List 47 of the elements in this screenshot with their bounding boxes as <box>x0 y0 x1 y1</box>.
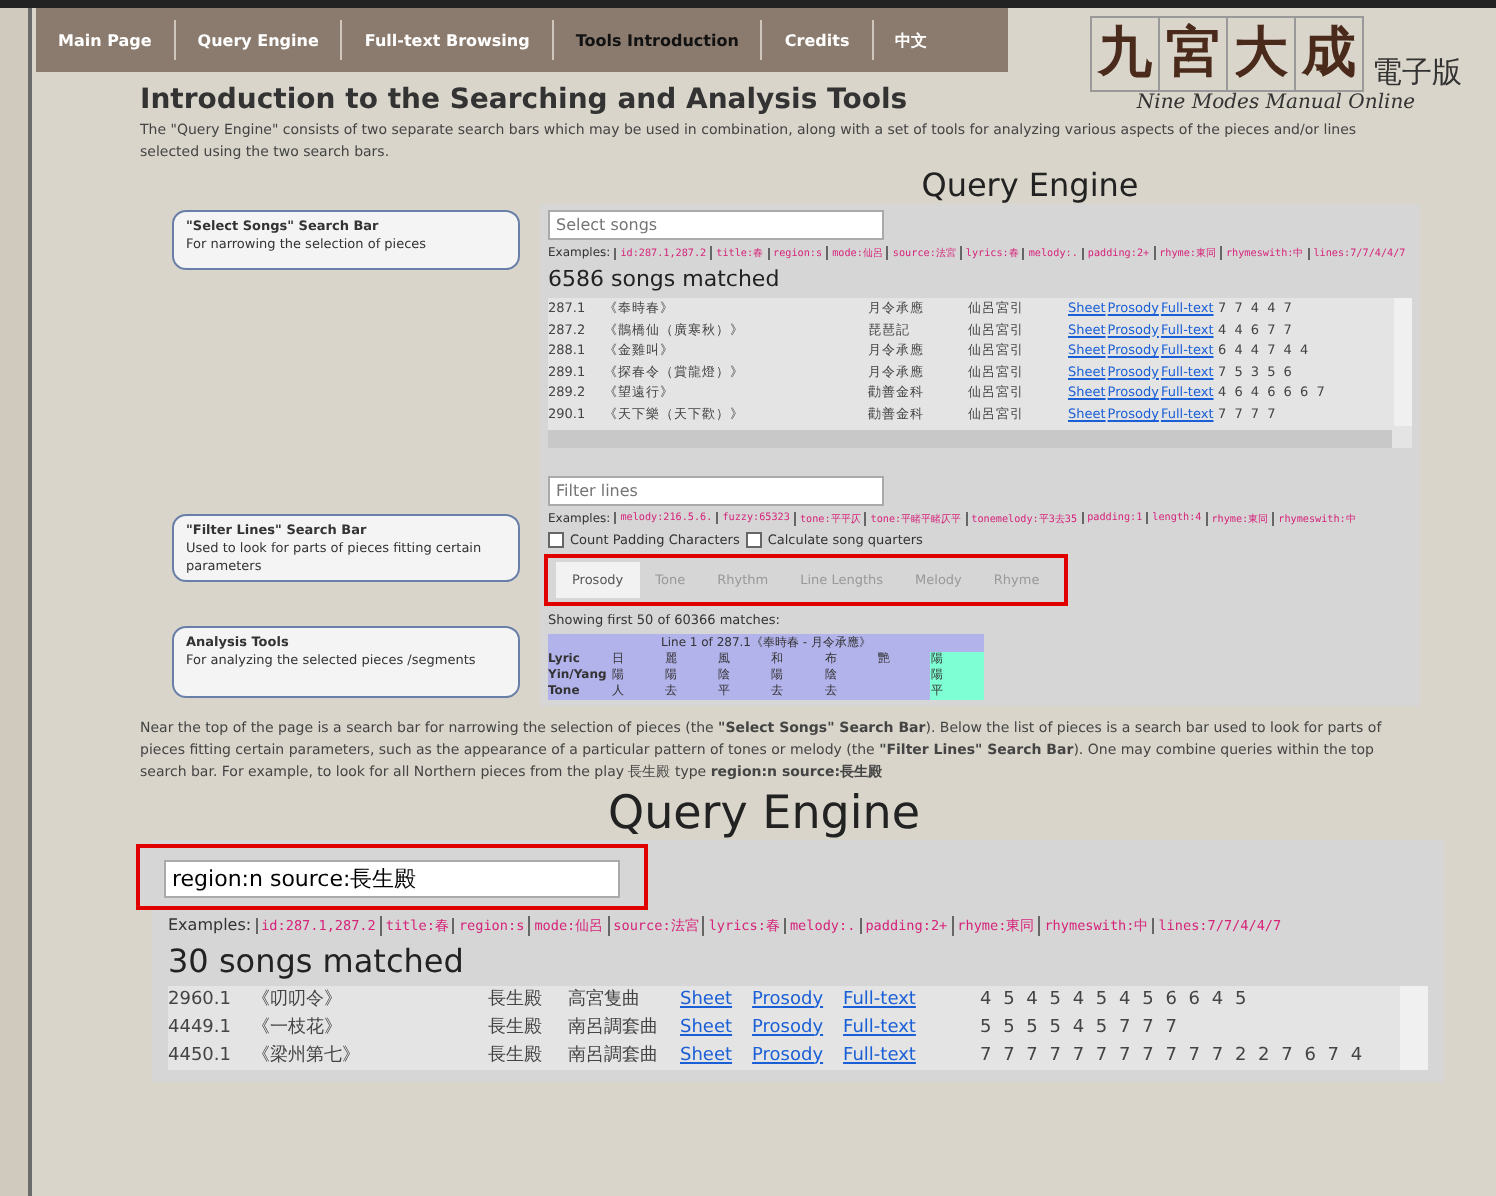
song-source: 長生殿 <box>488 1015 544 1042</box>
song-search-field[interactable]: Select songs <box>548 210 884 240</box>
section-heading: Query Engine <box>605 787 923 840</box>
song-id: 2960.1 <box>168 987 233 1014</box>
logo-suffix: 電子版 <box>1372 54 1462 92</box>
section-heading: Query Engine <box>919 166 1141 204</box>
scrollbar[interactable] <box>1394 298 1412 426</box>
match-count: 30 songs matched <box>168 941 466 980</box>
song-link[interactable]: Sheet <box>680 1013 733 1042</box>
line-lengths: 4 5 4 5 4 5 4 5 6 6 4 5 <box>980 987 1252 1014</box>
logo: 九 宮 大 成 <box>1090 16 1364 92</box>
song-title: 《叨叨令》 <box>252 987 344 1014</box>
nav-tab[interactable]: Full-text Browsing <box>342 20 554 60</box>
song-source: 長生殿 <box>488 987 544 1014</box>
song-mode: 南呂調套曲 <box>568 1015 660 1042</box>
song-link[interactable]: Prosody <box>752 1041 824 1070</box>
line-lengths: 7 7 7 7 7 7 7 7 7 7 7 2 2 7 6 7 4 <box>980 1043 1368 1070</box>
song-link[interactable]: Full-text <box>843 985 916 1014</box>
song-mode: 高宮隻曲 <box>568 987 642 1014</box>
nav-tab[interactable]: Credits <box>762 20 874 60</box>
page-title: Introduction to the Searching and Analysis Tools <box>140 84 908 116</box>
song-id: 4450.1 <box>168 1043 233 1070</box>
logo-subtitle: Nine Modes Manual Online <box>1136 92 1416 114</box>
line-lengths: 5 5 5 5 4 5 7 7 7 <box>980 1015 1182 1042</box>
song-link[interactable]: Sheet <box>680 1041 733 1070</box>
line-filter-field[interactable]: Filter lines <box>548 475 884 506</box>
song-title: 《一枝花》 <box>252 1015 344 1042</box>
song-link[interactable]: Prosody <box>752 1013 824 1042</box>
song-id: 4449.1 <box>168 1015 233 1042</box>
checkbox[interactable] <box>745 531 762 548</box>
nav-tab[interactable]: Query Engine <box>175 20 343 60</box>
examples-label: Examples: <box>168 916 252 935</box>
scrollbar[interactable] <box>548 429 1392 448</box>
scrollbar[interactable] <box>1400 985 1428 1070</box>
song-title: 《梁州第七》 <box>252 1043 362 1070</box>
song-link[interactable]: Full-text <box>843 1013 916 1042</box>
nav-tab[interactable]: 中文 <box>873 20 950 60</box>
song-link[interactable]: Prosody <box>752 985 824 1014</box>
song-link[interactable]: Full-text <box>843 1041 916 1070</box>
song-source: 長生殿 <box>488 1043 544 1070</box>
song-mode: 南呂調套曲 <box>568 1043 660 1070</box>
song-link[interactable]: Sheet <box>680 985 733 1014</box>
checkbox[interactable] <box>548 531 564 548</box>
song-search-field[interactable]: region:n source:長生殿 <box>164 859 620 898</box>
nav-tab[interactable]: Main Page <box>36 20 176 60</box>
nav-tab[interactable]: Tools Introduction <box>553 20 763 60</box>
match-count: 6586 songs matched <box>548 266 782 292</box>
